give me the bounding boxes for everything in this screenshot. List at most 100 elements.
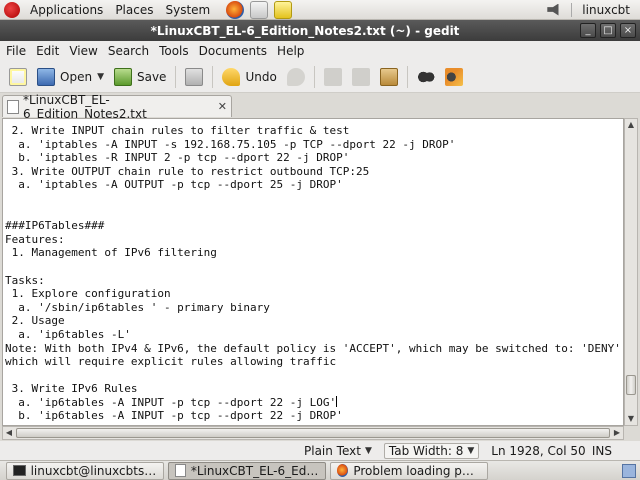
print-icon [185, 67, 204, 86]
text-line[interactable]: 1. Explore configuration [5, 287, 623, 301]
vertical-scrollbar[interactable]: ▲ ▼ [624, 118, 638, 426]
open-button[interactable]: Open ▼ [32, 63, 109, 91]
document-tab[interactable]: *LinuxCBT_EL-6_Edition_Notes2.txt ✕ [2, 93, 232, 121]
menu-documents[interactable]: Documents [195, 41, 271, 61]
scroll-up-arrow-icon[interactable]: ▲ [625, 119, 637, 131]
taskbar-item-firefox[interactable]: Problem loading page ... [330, 461, 488, 480]
paste-icon [379, 67, 398, 86]
notes-launcher-icon[interactable] [274, 0, 293, 19]
cursor-position: Ln 1928, Col 50 [491, 443, 586, 458]
menu-file[interactable]: File [2, 41, 30, 61]
new-button[interactable] [4, 63, 32, 91]
taskbar-item-gedit[interactable]: *LinuxCBT_EL-6_Editio... [168, 461, 326, 480]
text-line[interactable]: ###IP6Tables### [5, 219, 623, 233]
menu-edit[interactable]: Edit [32, 41, 63, 61]
language-selector[interactable]: Plain Text ▼ [304, 444, 372, 458]
volume-icon[interactable] [547, 3, 559, 16]
cut-button[interactable] [319, 63, 347, 91]
vertical-scroll-thumb[interactable] [626, 374, 636, 395]
open-label: Open [60, 69, 93, 84]
window-titlebar[interactable]: *LinuxCBT_EL-6_Edition_Notes2.txt (~) - … [0, 20, 640, 41]
save-icon [113, 67, 132, 86]
mail-launcher-icon[interactable] [250, 0, 269, 19]
undo-label: Undo [245, 69, 277, 84]
paste-button[interactable] [375, 63, 403, 91]
chevron-down-icon[interactable]: ▼ [97, 72, 104, 82]
workspace-switcher-icon[interactable] [622, 463, 636, 478]
text-line[interactable]: Tasks: [5, 274, 623, 288]
find-replace-icon [444, 67, 463, 86]
document-tab-label: *LinuxCBT_EL-6_Edition_Notes2.txt [23, 92, 147, 121]
text-line[interactable]: 2. Write INPUT chain rules to filter tra… [5, 124, 623, 138]
text-line[interactable]: 3. Write OUTPUT chain rule to restrict o… [5, 165, 623, 179]
system-menu[interactable]: System [159, 0, 216, 20]
panel-separator [571, 2, 573, 17]
firefox-icon [337, 464, 349, 477]
copy-button[interactable] [347, 63, 375, 91]
text-line[interactable] [5, 369, 623, 383]
text-line[interactable]: a. 'iptables -A INPUT -s 192.168.75.105 … [5, 138, 623, 152]
menu-help[interactable]: Help [273, 41, 308, 61]
close-tab-icon[interactable]: ✕ [218, 100, 227, 113]
menu-search[interactable]: Search [104, 41, 153, 61]
text-line[interactable]: a. 'ip6tables -A INPUT -p tcp --dport 22… [5, 395, 623, 410]
menu-view[interactable]: View [65, 41, 101, 61]
undo-button[interactable]: Undo [217, 63, 281, 91]
scroll-down-arrow-icon[interactable]: ▼ [625, 413, 637, 425]
places-menu[interactable]: Places [109, 0, 159, 20]
text-line[interactable]: a. 'iptables -A OUTPUT -p tcp --dport 25… [5, 178, 623, 192]
text-line[interactable]: 1. Management of IPv6 filtering [5, 246, 623, 260]
panel-launchers [226, 0, 293, 19]
minimize-button[interactable]: _ [580, 23, 596, 38]
text-line[interactable]: a. 'ip6tables -L' [5, 328, 623, 342]
text-line-content: b. 'iptables -R INPUT 2 -p tcp --dport 2… [5, 151, 350, 165]
text-line[interactable] [5, 192, 623, 206]
panel-menus: Applications Places System [0, 0, 216, 20]
text-file-icon [7, 99, 19, 114]
find-button[interactable] [412, 63, 440, 91]
text-line-content: ###IP6Tables### [5, 219, 105, 233]
close-window-button[interactable]: × [620, 23, 636, 38]
save-button[interactable]: Save [109, 63, 171, 91]
top-panel: Applications Places System linuxcbt [0, 0, 640, 20]
editor-content[interactable]: 2. Write INPUT chain rules to filter tra… [3, 119, 623, 423]
text-cursor [336, 395, 338, 407]
replace-button[interactable] [440, 63, 468, 91]
text-line[interactable]: b. 'ip6tables -A INPUT -p tcp --dport 22… [5, 409, 623, 423]
taskbar-item-label: *LinuxCBT_EL-6_Editio... [190, 463, 319, 478]
applications-menu[interactable]: Applications [24, 0, 109, 20]
text-line[interactable]: a. '/sbin/ip6tables ' - primary binary [5, 301, 623, 315]
text-line[interactable]: Note: With both IPv4 & IPv6, the default… [5, 342, 623, 356]
text-line-content: a. '/sbin/ip6tables ' - primary binary [5, 300, 270, 314]
firefox-launcher-icon[interactable] [226, 0, 245, 19]
scroll-left-arrow-icon[interactable]: ◀ [3, 427, 15, 439]
text-line[interactable]: Features: [5, 233, 623, 247]
redo-button[interactable] [282, 63, 310, 91]
text-line[interactable]: which will require explicit rules allowi… [5, 355, 623, 369]
text-editor[interactable]: 2. Write INPUT chain rules to filter tra… [2, 118, 624, 426]
text-line-content: 2. Write INPUT chain rules to filter tra… [5, 124, 350, 137]
text-line[interactable] [5, 260, 623, 274]
text-line-content: which will require explicit rules allowi… [5, 355, 337, 369]
print-button[interactable] [180, 63, 208, 91]
open-folder-icon [37, 67, 55, 86]
horizontal-scrollbar[interactable]: ◀ ▶ [2, 426, 624, 440]
toolbar: Open ▼ Save Undo [0, 61, 640, 93]
taskbar-item-terminal[interactable]: linuxcbt@linuxcbtserv... [6, 461, 164, 480]
horizontal-scroll-thumb[interactable] [16, 428, 610, 438]
text-line-content: Note: With both IPv4 & IPv6, the default… [5, 341, 624, 355]
chevron-down-icon: ▼ [364, 445, 372, 456]
insert-mode-indicator: INS [591, 443, 612, 458]
document-tabbar: *LinuxCBT_EL-6_Edition_Notes2.txt ✕ [0, 93, 640, 121]
user-menu[interactable]: linuxcbt [582, 3, 630, 17]
text-line[interactable]: 3. Write IPv6 Rules [5, 382, 623, 396]
tab-width-selector[interactable]: Tab Width: 8 ▼ [383, 442, 480, 459]
menu-tools[interactable]: Tools [155, 41, 193, 61]
text-line[interactable] [5, 206, 623, 220]
text-line[interactable]: 2. Usage [5, 314, 623, 328]
text-line[interactable]: b. 'iptables -R INPUT 2 -p tcp --dport 2… [5, 151, 623, 165]
text-line-content: b. 'ip6tables -A INPUT -p tcp --dport 22… [5, 409, 343, 423]
scroll-right-arrow-icon[interactable]: ▶ [611, 427, 623, 439]
text-line-content: Features: [5, 232, 65, 246]
maximize-button[interactable]: □ [600, 23, 616, 38]
